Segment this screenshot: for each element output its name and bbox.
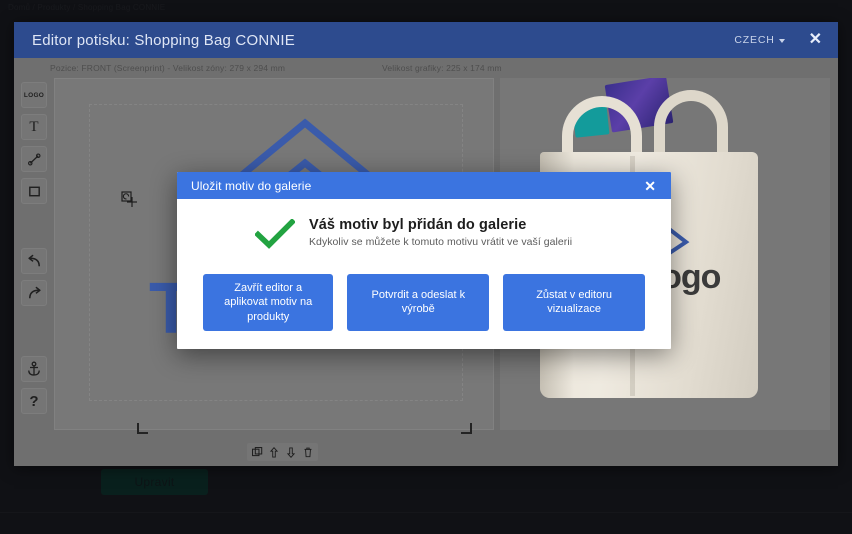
language-selector[interactable]: CZECH <box>734 34 785 46</box>
tool-rail: LOGO T ? <box>18 78 50 414</box>
close-editor-apply-button[interactable]: Zavřít editor a aplikovat motiv na produ… <box>203 274 334 331</box>
modal-title: Uložit motiv do galerie <box>191 178 312 193</box>
zone-size-label: Pozice: FRONT (Screenprint) - Velikost z… <box>50 63 286 73</box>
close-icon[interactable]: ✕ <box>805 30 826 50</box>
page-title: Editor potisku: Shopping Bag CONNIE <box>32 31 295 49</box>
rectangle-icon <box>28 186 40 196</box>
modal-message: Váš motiv byl přidán do galerie Kdykoliv… <box>199 217 649 254</box>
rectangle-tool-button[interactable] <box>21 178 47 204</box>
selection-corner-bottom-left <box>137 423 148 434</box>
save-to-gallery-modal: Uložit motiv do galerie ✕ Váš motiv byl … <box>177 172 671 349</box>
delete-object-icon[interactable] <box>301 445 315 459</box>
line-icon <box>27 153 40 165</box>
undo-button[interactable] <box>21 248 47 274</box>
language-label: CZECH <box>734 34 775 46</box>
help-button[interactable]: ? <box>21 388 47 414</box>
question-mark-icon: ? <box>29 392 39 410</box>
line-tool-button[interactable] <box>21 146 47 172</box>
modal-body: Váš motiv byl přidán do galerie Kdykoliv… <box>177 199 671 349</box>
stay-in-editor-button[interactable]: Zůstat v editoru vizualizace <box>503 274 646 331</box>
object-toolbar <box>247 443 318 461</box>
undo-icon <box>27 254 40 266</box>
modal-actions: Zavřít editor a aplikovat motiv na produ… <box>199 274 649 331</box>
graphic-size-label: Velikost grafiky: 225 x 174 mm <box>382 63 502 73</box>
anchor-icon <box>28 361 40 376</box>
editor-header: Editor potisku: Shopping Bag CONNIE CZEC… <box>14 22 838 58</box>
text-icon: T <box>29 118 39 135</box>
text-tool-button[interactable]: T <box>21 114 47 140</box>
move-up-object-icon[interactable] <box>267 445 281 459</box>
logo-icon: LOGO <box>23 91 45 99</box>
redo-icon <box>28 286 41 298</box>
zone-info-bar: Pozice: FRONT (Screenprint) - Velikost z… <box>14 58 838 78</box>
modal-subtext: Kdykoliv se můžete k tomuto motivu vráti… <box>309 236 573 248</box>
move-down-object-icon[interactable] <box>284 445 298 459</box>
success-check-icon <box>254 218 296 254</box>
anchor-tool-button[interactable] <box>21 356 47 382</box>
selection-corner-bottom-right <box>461 423 472 434</box>
modal-close-icon[interactable]: ✕ <box>641 178 659 194</box>
logo-tool-button[interactable]: LOGO <box>21 82 47 108</box>
modal-heading: Váš motiv byl přidán do galerie <box>309 217 527 233</box>
modal-text-block: Váš motiv byl přidán do galerie Kdykoliv… <box>309 217 572 248</box>
chevron-down-icon <box>778 39 785 43</box>
redo-button[interactable] <box>21 280 47 306</box>
confirm-production-button[interactable]: Potvrdit a odeslat k výrobě <box>347 274 490 331</box>
duplicate-object-icon[interactable] <box>250 445 264 459</box>
modal-header: Uložit motiv do galerie ✕ <box>177 172 671 199</box>
